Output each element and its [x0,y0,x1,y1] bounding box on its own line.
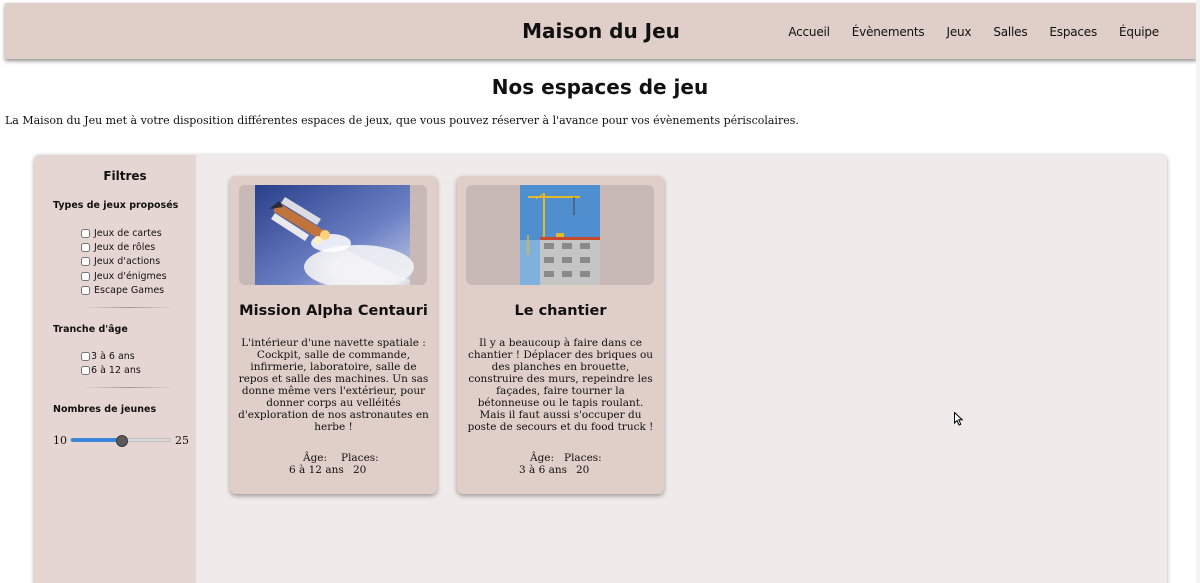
age-range-title: Tranche d'âge [53,324,128,335]
filter-option-3-6-ans[interactable]: 3 à 6 ans [81,351,135,362]
nav-link-espaces[interactable]: Espaces [1049,25,1097,39]
card-age-value: 3 à 6 ans [519,464,568,476]
filter-option-label: Jeux d'énigmes [94,271,167,282]
space-shuttle-launch-photo [239,185,427,285]
game-types-title: Types de jeux proposés [53,200,179,211]
nav-link-salles[interactable]: Salles [993,25,1027,39]
mouse-cursor-icon [954,412,964,426]
checkbox-escape-games[interactable] [81,286,90,295]
filter-option-label: Jeux de rôles [94,242,156,253]
players-title: Nombres de jeunes [53,404,157,415]
card-title: Le chantier [514,303,607,319]
filter-option-label: 6 à 12 ans [91,365,141,376]
card-description: L'intérieur d'une navette spatiale : Coc… [238,337,429,433]
range-fill [71,438,122,442]
filters-sidebar: Filtres Types de jeux proposés Jeux de c… [34,155,196,583]
card-image [239,185,427,285]
space-card[interactable]: Mission Alpha Centauri L'intérieur d'une… [230,176,437,494]
filter-option-label: Jeux d'actions [94,256,161,267]
card-age-label: Âge: [530,452,555,464]
range-min-label: 10 [53,434,67,447]
filter-option-escape-games[interactable]: Escape Games [81,285,164,296]
card-age-label: Âge: [303,452,328,464]
card-places-value: 20 [576,464,590,476]
checkbox-3-6-ans[interactable] [81,352,90,361]
players-range-slider[interactable]: 10 25 [53,431,193,451]
page-title: Nos espaces de jeu [491,75,709,99]
filter-divider [84,307,174,308]
nav-link-evenements[interactable]: Évènements [852,25,925,39]
nav-link-jeux[interactable]: Jeux [946,25,971,39]
checkbox-jeux-denigmes[interactable] [81,272,90,281]
checkbox-jeux-de-roles[interactable] [81,243,90,252]
card-places-label: Places: [564,452,602,464]
checkbox-jeux-de-cartes[interactable] [81,229,90,238]
filter-option-jeux-de-cartes[interactable]: Jeux de cartes [81,228,162,239]
main-nav: Accueil Évènements Jeux Salles Espaces É… [788,25,1159,39]
nav-link-accueil[interactable]: Accueil [788,25,830,39]
nav-link-equipe[interactable]: Équipe [1119,25,1159,39]
range-thumb[interactable] [116,435,128,447]
space-card[interactable]: Le chantier Il y a beaucoup à faire dans… [457,176,664,494]
filter-option-jeux-dactions[interactable]: Jeux d'actions [81,256,160,267]
card-places-value: 20 [353,464,367,476]
intro-text: La Maison du Jeu met à votre disposition… [5,114,799,127]
construction-site-photo [466,185,654,285]
filter-option-jeux-de-roles[interactable]: Jeux de rôles [81,242,155,253]
card-description: Il y a beaucoup à faire dans ce chantier… [467,337,654,433]
range-max-label: 25 [175,434,189,447]
card-places-label: Places: [341,452,379,464]
page-scrollbar[interactable] [1196,0,1200,583]
filter-option-label: Escape Games [94,285,165,296]
card-title: Mission Alpha Centauri [239,303,428,319]
filter-option-label: Jeux de cartes [94,228,162,239]
card-age-value: 6 à 12 ans [289,464,344,476]
site-header: Maison du Jeu Accueil Évènements Jeux Sa… [5,3,1197,59]
filter-option-jeux-denigmes[interactable]: Jeux d'énigmes [81,271,167,282]
filter-option-6-12-ans[interactable]: 6 à 12 ans [81,365,141,376]
checkbox-6-12-ans[interactable] [81,366,90,375]
range-track[interactable] [70,435,171,447]
spaces-panel: Filtres Types de jeux proposés Jeux de c… [34,155,1167,583]
filter-option-label: 3 à 6 ans [91,351,135,362]
card-image [466,185,654,285]
filter-divider [84,387,174,388]
filters-title: Filtres [103,169,147,183]
checkbox-jeux-dactions[interactable] [81,257,90,266]
